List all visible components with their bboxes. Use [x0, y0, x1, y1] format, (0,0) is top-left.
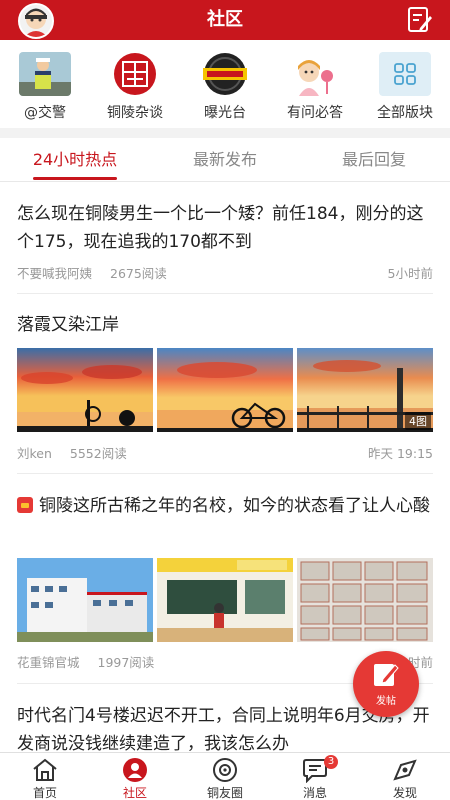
post-title[interactable]: 铜陵这所古稀之年的名校，如今的状态看了让人心酸: [17, 492, 437, 520]
nav-label: 发现: [392, 786, 417, 800]
post-images: 4图: [17, 348, 433, 432]
board-all[interactable]: 全部版块: [360, 48, 450, 128]
grid-icon: [379, 52, 431, 96]
post-meta: 不要喊我阿姨 2675阅读 5小时前: [17, 263, 433, 281]
post-title[interactable]: 落霞又染江岸: [17, 311, 437, 339]
nav-label: 首页: [32, 786, 57, 800]
top-bar: 社区: [0, 0, 450, 40]
post-title-text: 铜陵这所古稀之年的名校，如今的状态看了让人心酸: [39, 496, 430, 516]
edit-icon[interactable]: [406, 6, 434, 34]
nav-community[interactable]: 社区: [90, 753, 180, 800]
tab-24h-hot[interactable]: 24小时热点: [15, 138, 135, 182]
unread-badge: 3: [324, 755, 338, 769]
post-reads: 1997阅读: [97, 655, 155, 670]
tab-last-reply[interactable]: 最后回复: [314, 138, 434, 182]
board-label: 全部版块: [377, 105, 433, 121]
home-icon: [33, 758, 57, 781]
nav-discover[interactable]: 发现: [360, 753, 450, 800]
post-author[interactable]: 刘ken: [17, 446, 52, 461]
post-author[interactable]: 不要喊我阿姨: [17, 266, 92, 281]
new-post-button[interactable]: 发帖: [353, 651, 419, 717]
post-reads: 5552阅读: [69, 446, 127, 461]
nav-friends-circle[interactable]: 铜友圈: [180, 753, 270, 800]
board-tongling-talk[interactable]: 铜陵杂谈: [90, 48, 180, 128]
post-image[interactable]: [157, 348, 293, 432]
traffic-police-icon: [19, 52, 71, 96]
post-divider: [17, 293, 433, 294]
new-post-label: 发帖: [376, 696, 396, 707]
board-label: @交警: [24, 105, 66, 121]
post-time: 昨天 19:15: [368, 446, 433, 461]
post-image[interactable]: [157, 558, 293, 642]
post-image[interactable]: [17, 558, 153, 642]
board-shortcuts: @交警 铜陵杂谈 曝光台 有问必答 全部版块: [0, 48, 450, 128]
compose-icon: [374, 664, 399, 686]
nav-label: 消息: [302, 786, 327, 800]
board-label: 曝光台: [204, 105, 246, 121]
board-exposure[interactable]: 曝光台: [180, 48, 270, 128]
nav-home[interactable]: 首页: [0, 753, 90, 800]
board-label: 有问必答: [287, 105, 343, 121]
section-divider: [0, 128, 450, 138]
qa-icon: [289, 52, 341, 96]
red-envelope-icon: [17, 497, 33, 513]
post-image[interactable]: 4图: [297, 348, 433, 432]
page-title: 社区: [207, 9, 243, 30]
post-time: 5小时前: [387, 266, 433, 281]
post-meta: 刘ken 5552阅读 昨天 19:15: [17, 443, 433, 461]
post-image[interactable]: [297, 558, 433, 642]
board-qa[interactable]: 有问必答: [270, 48, 360, 128]
tongling-seal-icon: [109, 52, 161, 96]
nav-label: 铜友圈: [206, 786, 243, 800]
image-count-badge: 4图: [405, 412, 431, 430]
post-title[interactable]: 怎么现在铜陵男生一个比一个矮？前任184，刚分的这个175，现在追我的170都不…: [17, 200, 437, 256]
board-label: 铜陵杂谈: [107, 105, 163, 121]
discover-icon: [393, 759, 417, 781]
nav-messages[interactable]: 3 消息: [270, 753, 360, 800]
post-reads: 2675阅读: [110, 266, 167, 281]
post-images: [17, 558, 433, 642]
feed-tabs: 24小时热点 最新发布 最后回复: [0, 138, 450, 182]
exposure-icon: [199, 52, 251, 96]
friends-circle-icon: [213, 758, 237, 782]
bottom-nav: 首页 社区 铜友圈 3 消息 发现: [0, 752, 450, 800]
post-divider: [17, 473, 433, 474]
post-author[interactable]: 花重锦官城: [17, 655, 80, 670]
nav-label: 社区: [122, 786, 147, 800]
tab-latest[interactable]: 最新发布: [165, 138, 285, 182]
post-image[interactable]: [17, 348, 153, 432]
board-traffic-police[interactable]: @交警: [0, 48, 90, 128]
community-icon: [123, 758, 147, 782]
